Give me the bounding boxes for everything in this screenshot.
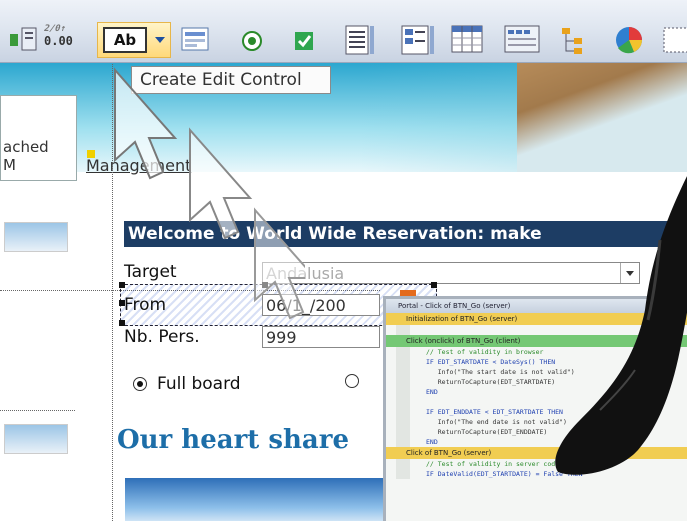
boot-photo	[555, 176, 687, 475]
chevron-down-icon[interactable]	[155, 37, 165, 43]
sky-photo	[125, 478, 385, 521]
persons-field[interactable]: 999	[262, 326, 380, 348]
screen: ached M Management Welcome to World Wide…	[0, 0, 687, 521]
list-image-icon[interactable]	[400, 24, 436, 56]
left-panel-text-2: M	[3, 156, 16, 174]
toolbar-icon[interactable]	[503, 24, 543, 56]
list-icon[interactable]	[344, 24, 376, 56]
code-gutter	[396, 325, 410, 335]
radio-unselected-icon	[345, 374, 359, 388]
code-line: ReturnToCapture(EDT_STARTDATE)	[426, 378, 556, 386]
resize-handle[interactable]	[431, 282, 437, 288]
control-icon[interactable]	[8, 24, 40, 54]
left-panel-text-1: ached	[3, 138, 49, 156]
counter-control[interactable]: 2/0↑ 0.00	[42, 24, 92, 56]
window-icon[interactable]	[660, 24, 687, 56]
code-line: IF EDT_STARTDATE < DateSys() THEN	[426, 358, 556, 366]
layout-guide-horizontal-2	[0, 410, 75, 411]
counter-value: 0.00	[44, 34, 73, 48]
counter-top: 2/0↑	[42, 24, 68, 34]
code-line: END	[426, 438, 438, 446]
create-edit-control-button[interactable]: Ab	[97, 22, 171, 58]
code-gutter	[396, 459, 410, 479]
radio-icon[interactable]	[239, 29, 265, 53]
ab-icon: Ab	[103, 27, 147, 53]
radio-selected-icon	[133, 377, 147, 391]
tree-icon[interactable]	[558, 24, 594, 58]
radio-full-board-label: Full board	[157, 374, 241, 394]
table-edit-icon[interactable]	[180, 26, 214, 54]
mouse-pointer-icon	[114, 67, 305, 320]
persons-value: 999	[266, 327, 297, 347]
code-line: ReturnToCapture(EDT_ENDDATE)	[426, 428, 548, 436]
radio-full-board[interactable]: Full board	[133, 374, 241, 394]
section-heading: Our heart share	[117, 425, 349, 455]
code-line: END	[426, 388, 438, 396]
left-panel: ached M	[0, 95, 77, 181]
table-icon[interactable]	[450, 24, 486, 56]
radio-option-2[interactable]	[345, 374, 369, 388]
checkbox-icon[interactable]	[292, 29, 318, 53]
thumbnail-image-2	[4, 424, 68, 454]
code-gutter	[396, 347, 410, 447]
persons-label: Nb. Pers.	[124, 327, 200, 347]
toolbar: 2/0↑ 0.00 Ab	[0, 0, 687, 63]
pie-chart-icon[interactable]	[612, 24, 646, 56]
thumbnail-image-1	[4, 222, 68, 252]
resize-handle[interactable]	[119, 320, 125, 326]
code-line: // Test of validity in browser	[426, 348, 544, 356]
